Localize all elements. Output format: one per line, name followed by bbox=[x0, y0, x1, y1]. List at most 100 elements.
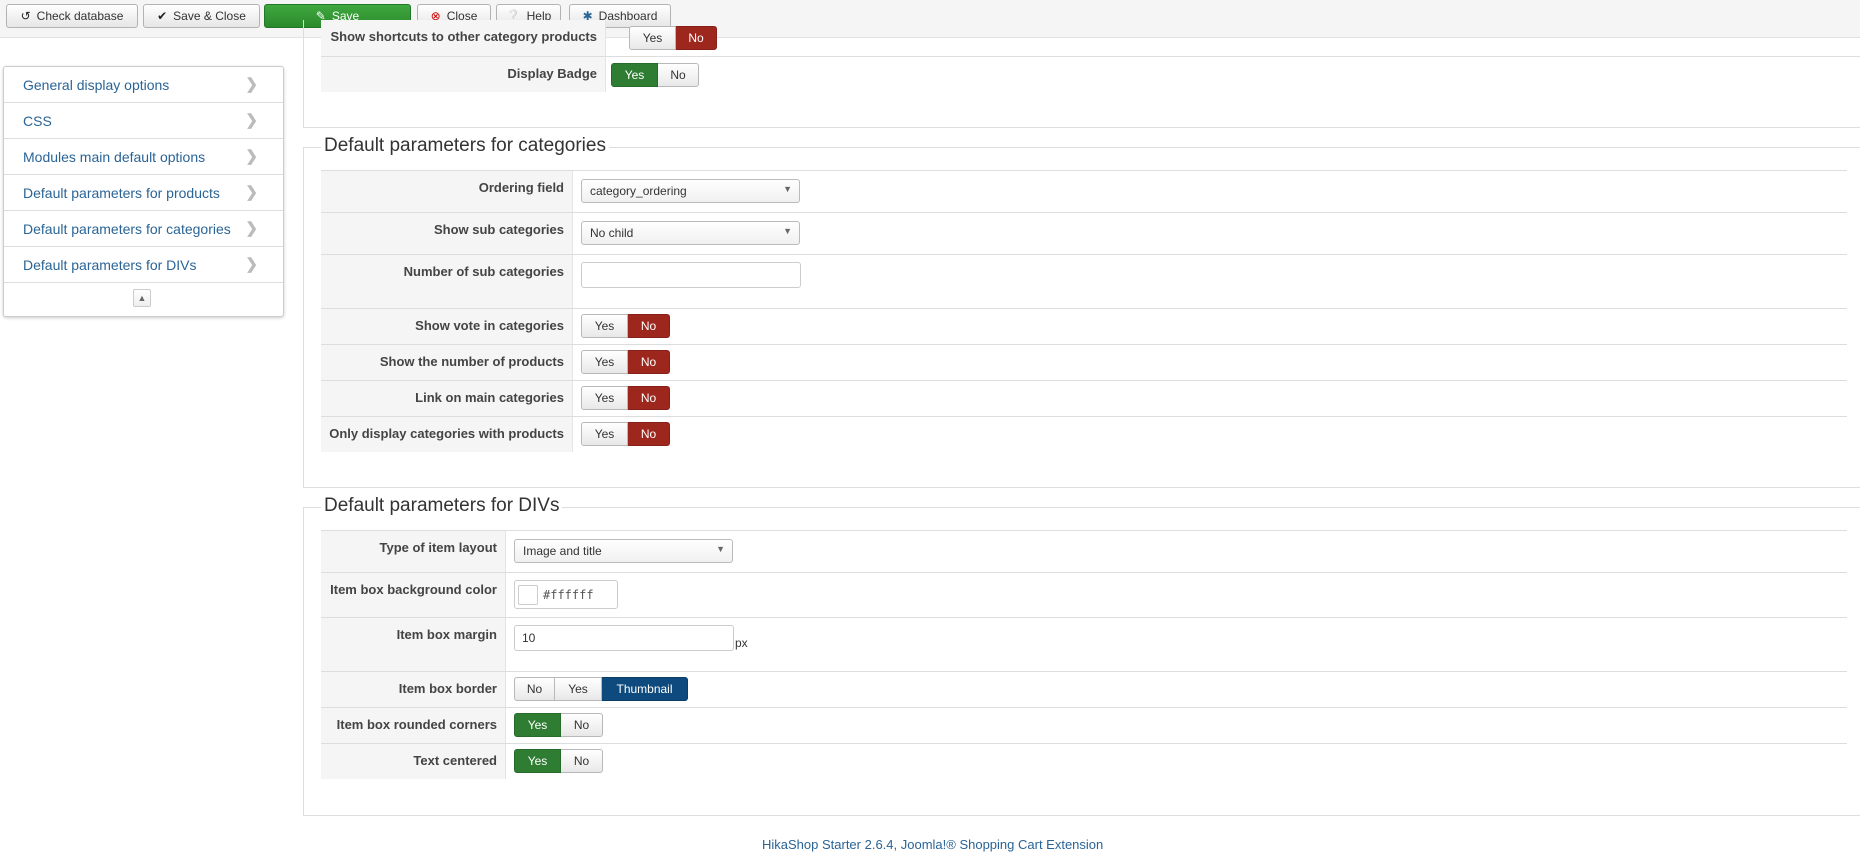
categories-fieldset: Default parameters for categories Orderi… bbox=[303, 135, 1860, 488]
yes-option[interactable]: Yes bbox=[514, 749, 561, 773]
row-label: Type of item layout bbox=[379, 540, 498, 555]
label-cell: Show the number of products bbox=[321, 345, 573, 380]
form-row: Only display categories with products Ye… bbox=[321, 416, 1847, 452]
form-row: Link on main categories Yes No bbox=[321, 380, 1847, 416]
rounded-corners-toggle: Yes No bbox=[514, 713, 603, 737]
caret-down-icon: ▼ bbox=[783, 226, 792, 236]
row-label: Item box background color bbox=[330, 582, 497, 597]
arrow-up-icon: ▲ bbox=[137, 293, 147, 303]
sidebar-item-css[interactable]: CSS ❯ bbox=[4, 103, 283, 139]
save-close-button[interactable]: ✔ Save & Close bbox=[143, 4, 260, 28]
categories-legend: Default parameters for categories bbox=[321, 135, 609, 157]
sub-categories-number-input[interactable] bbox=[581, 262, 801, 288]
form-row: Item box border No Yes Thumbnail bbox=[321, 671, 1847, 707]
no-option[interactable]: No bbox=[514, 677, 555, 701]
label-cell: Item box background color bbox=[321, 573, 506, 617]
display-badge-toggle: Yes No bbox=[611, 63, 699, 87]
select-value: Image and title bbox=[523, 544, 602, 558]
yes-option[interactable]: Yes bbox=[555, 677, 602, 701]
caret-down-icon: ▼ bbox=[716, 544, 725, 554]
bg-color-picker[interactable]: #ffffff bbox=[514, 580, 618, 609]
label-cell: Only display categories with products bbox=[321, 417, 573, 452]
form-row: Display Badge Yes No bbox=[321, 56, 1860, 92]
row-label: Show sub categories bbox=[433, 222, 564, 237]
no-option[interactable]: No bbox=[561, 713, 603, 737]
no-option[interactable]: No bbox=[628, 350, 670, 374]
row-label: Item box margin bbox=[396, 627, 497, 642]
no-option[interactable]: No bbox=[628, 314, 670, 338]
sidebar-item-label: Modules main default options bbox=[23, 148, 206, 165]
check-icon: ✔ bbox=[157, 9, 168, 23]
shortcuts-toggle: Yes No bbox=[629, 26, 717, 50]
check-database-button[interactable]: ↺ Check database bbox=[6, 4, 138, 28]
chevron-right-icon: ❯ bbox=[245, 256, 258, 273]
sidebar-item-label: Default parameters for DIVs bbox=[23, 256, 197, 273]
label-cell: Item box rounded corners bbox=[321, 708, 506, 743]
label-cell: Show shortcuts to other category product… bbox=[321, 20, 606, 56]
label-cell: Show vote in categories bbox=[321, 309, 573, 344]
show-vote-toggle: Yes No bbox=[581, 314, 670, 338]
yes-option[interactable]: Yes bbox=[581, 422, 628, 446]
row-label: Only display categories with products bbox=[329, 426, 564, 441]
divs-fieldset: Default parameters for DIVs Type of item… bbox=[303, 495, 1860, 816]
footer-link[interactable]: HikaShop Starter 2.6.4, Joomla!® Shoppin… bbox=[762, 837, 1103, 852]
sidebar-item-products[interactable]: Default parameters for products ❯ bbox=[4, 175, 283, 211]
yes-option[interactable]: Yes bbox=[581, 350, 628, 374]
ordering-field-select[interactable]: category_ordering ▼ bbox=[581, 179, 800, 203]
sidebar-item-label: CSS bbox=[23, 112, 52, 129]
label-cell: Show sub categories bbox=[321, 213, 573, 254]
no-option[interactable]: No bbox=[628, 386, 670, 410]
item-margin-input[interactable]: 10 bbox=[514, 625, 734, 651]
form-row: Item box background color #ffffff bbox=[321, 572, 1847, 617]
number-products-toggle: Yes No bbox=[581, 350, 670, 374]
no-option[interactable]: No bbox=[658, 63, 699, 87]
form-row: Ordering field category_ordering ▼ bbox=[321, 170, 1847, 212]
divs-legend: Default parameters for DIVs bbox=[321, 495, 563, 517]
form-row: Item box margin 10 px bbox=[321, 617, 1847, 671]
no-option[interactable]: No bbox=[628, 422, 670, 446]
row-label: Show vote in categories bbox=[415, 318, 564, 333]
database-icon: ↺ bbox=[20, 9, 31, 23]
no-option[interactable]: No bbox=[676, 26, 717, 50]
yes-option[interactable]: Yes bbox=[581, 314, 628, 338]
yes-option[interactable]: Yes bbox=[581, 386, 628, 410]
label-cell: Type of item layout bbox=[321, 531, 506, 572]
sidebar-item-label: General display options bbox=[23, 76, 170, 93]
sidebar-item-general-display[interactable]: General display options ❯ bbox=[4, 67, 283, 103]
row-label: Display Badge bbox=[507, 66, 597, 81]
label-cell: Item box margin bbox=[321, 618, 506, 671]
margin-unit: px bbox=[735, 636, 748, 650]
label-cell: Display Badge bbox=[321, 57, 606, 92]
row-label: Text centered bbox=[413, 753, 497, 768]
label-cell: Number of sub categories bbox=[321, 255, 573, 308]
chevron-right-icon: ❯ bbox=[245, 112, 258, 129]
only-with-products-toggle: Yes No bbox=[581, 422, 670, 446]
color-value: #ffffff bbox=[543, 587, 594, 602]
row-label: Number of sub categories bbox=[403, 264, 564, 279]
row-label: Item box rounded corners bbox=[336, 717, 497, 732]
thumbnail-option[interactable]: Thumbnail bbox=[602, 677, 688, 701]
link-main-categories-toggle: Yes No bbox=[581, 386, 670, 410]
text-centered-toggle: Yes No bbox=[514, 749, 603, 773]
yes-option[interactable]: Yes bbox=[514, 713, 561, 737]
form-row: Number of sub categories bbox=[321, 254, 1847, 308]
select-value: No child bbox=[590, 226, 634, 240]
color-swatch bbox=[518, 584, 538, 605]
caret-down-icon: ▼ bbox=[783, 184, 792, 194]
sidebar-item-divs[interactable]: Default parameters for DIVs ❯ bbox=[4, 247, 283, 283]
sidebar-item-modules[interactable]: Modules main default options ❯ bbox=[4, 139, 283, 175]
sidebar-item-label: Default parameters for categories bbox=[23, 220, 231, 237]
input-value: 10 bbox=[522, 631, 536, 645]
check-database-label: Check database bbox=[36, 9, 124, 23]
chevron-right-icon: ❯ bbox=[245, 184, 258, 201]
select-value: category_ordering bbox=[590, 184, 687, 198]
item-border-toggle: No Yes Thumbnail bbox=[514, 677, 688, 701]
yes-option[interactable]: Yes bbox=[611, 63, 658, 87]
yes-option[interactable]: Yes bbox=[629, 26, 676, 50]
item-layout-select[interactable]: Image and title ▼ bbox=[514, 539, 733, 563]
form-row: Show vote in categories Yes No bbox=[321, 308, 1847, 344]
no-option[interactable]: No bbox=[561, 749, 603, 773]
sub-categories-select[interactable]: No child ▼ bbox=[581, 221, 800, 245]
sidebar-item-categories[interactable]: Default parameters for categories ❯ bbox=[4, 211, 283, 247]
scroll-top-button[interactable]: ▲ bbox=[133, 289, 151, 307]
